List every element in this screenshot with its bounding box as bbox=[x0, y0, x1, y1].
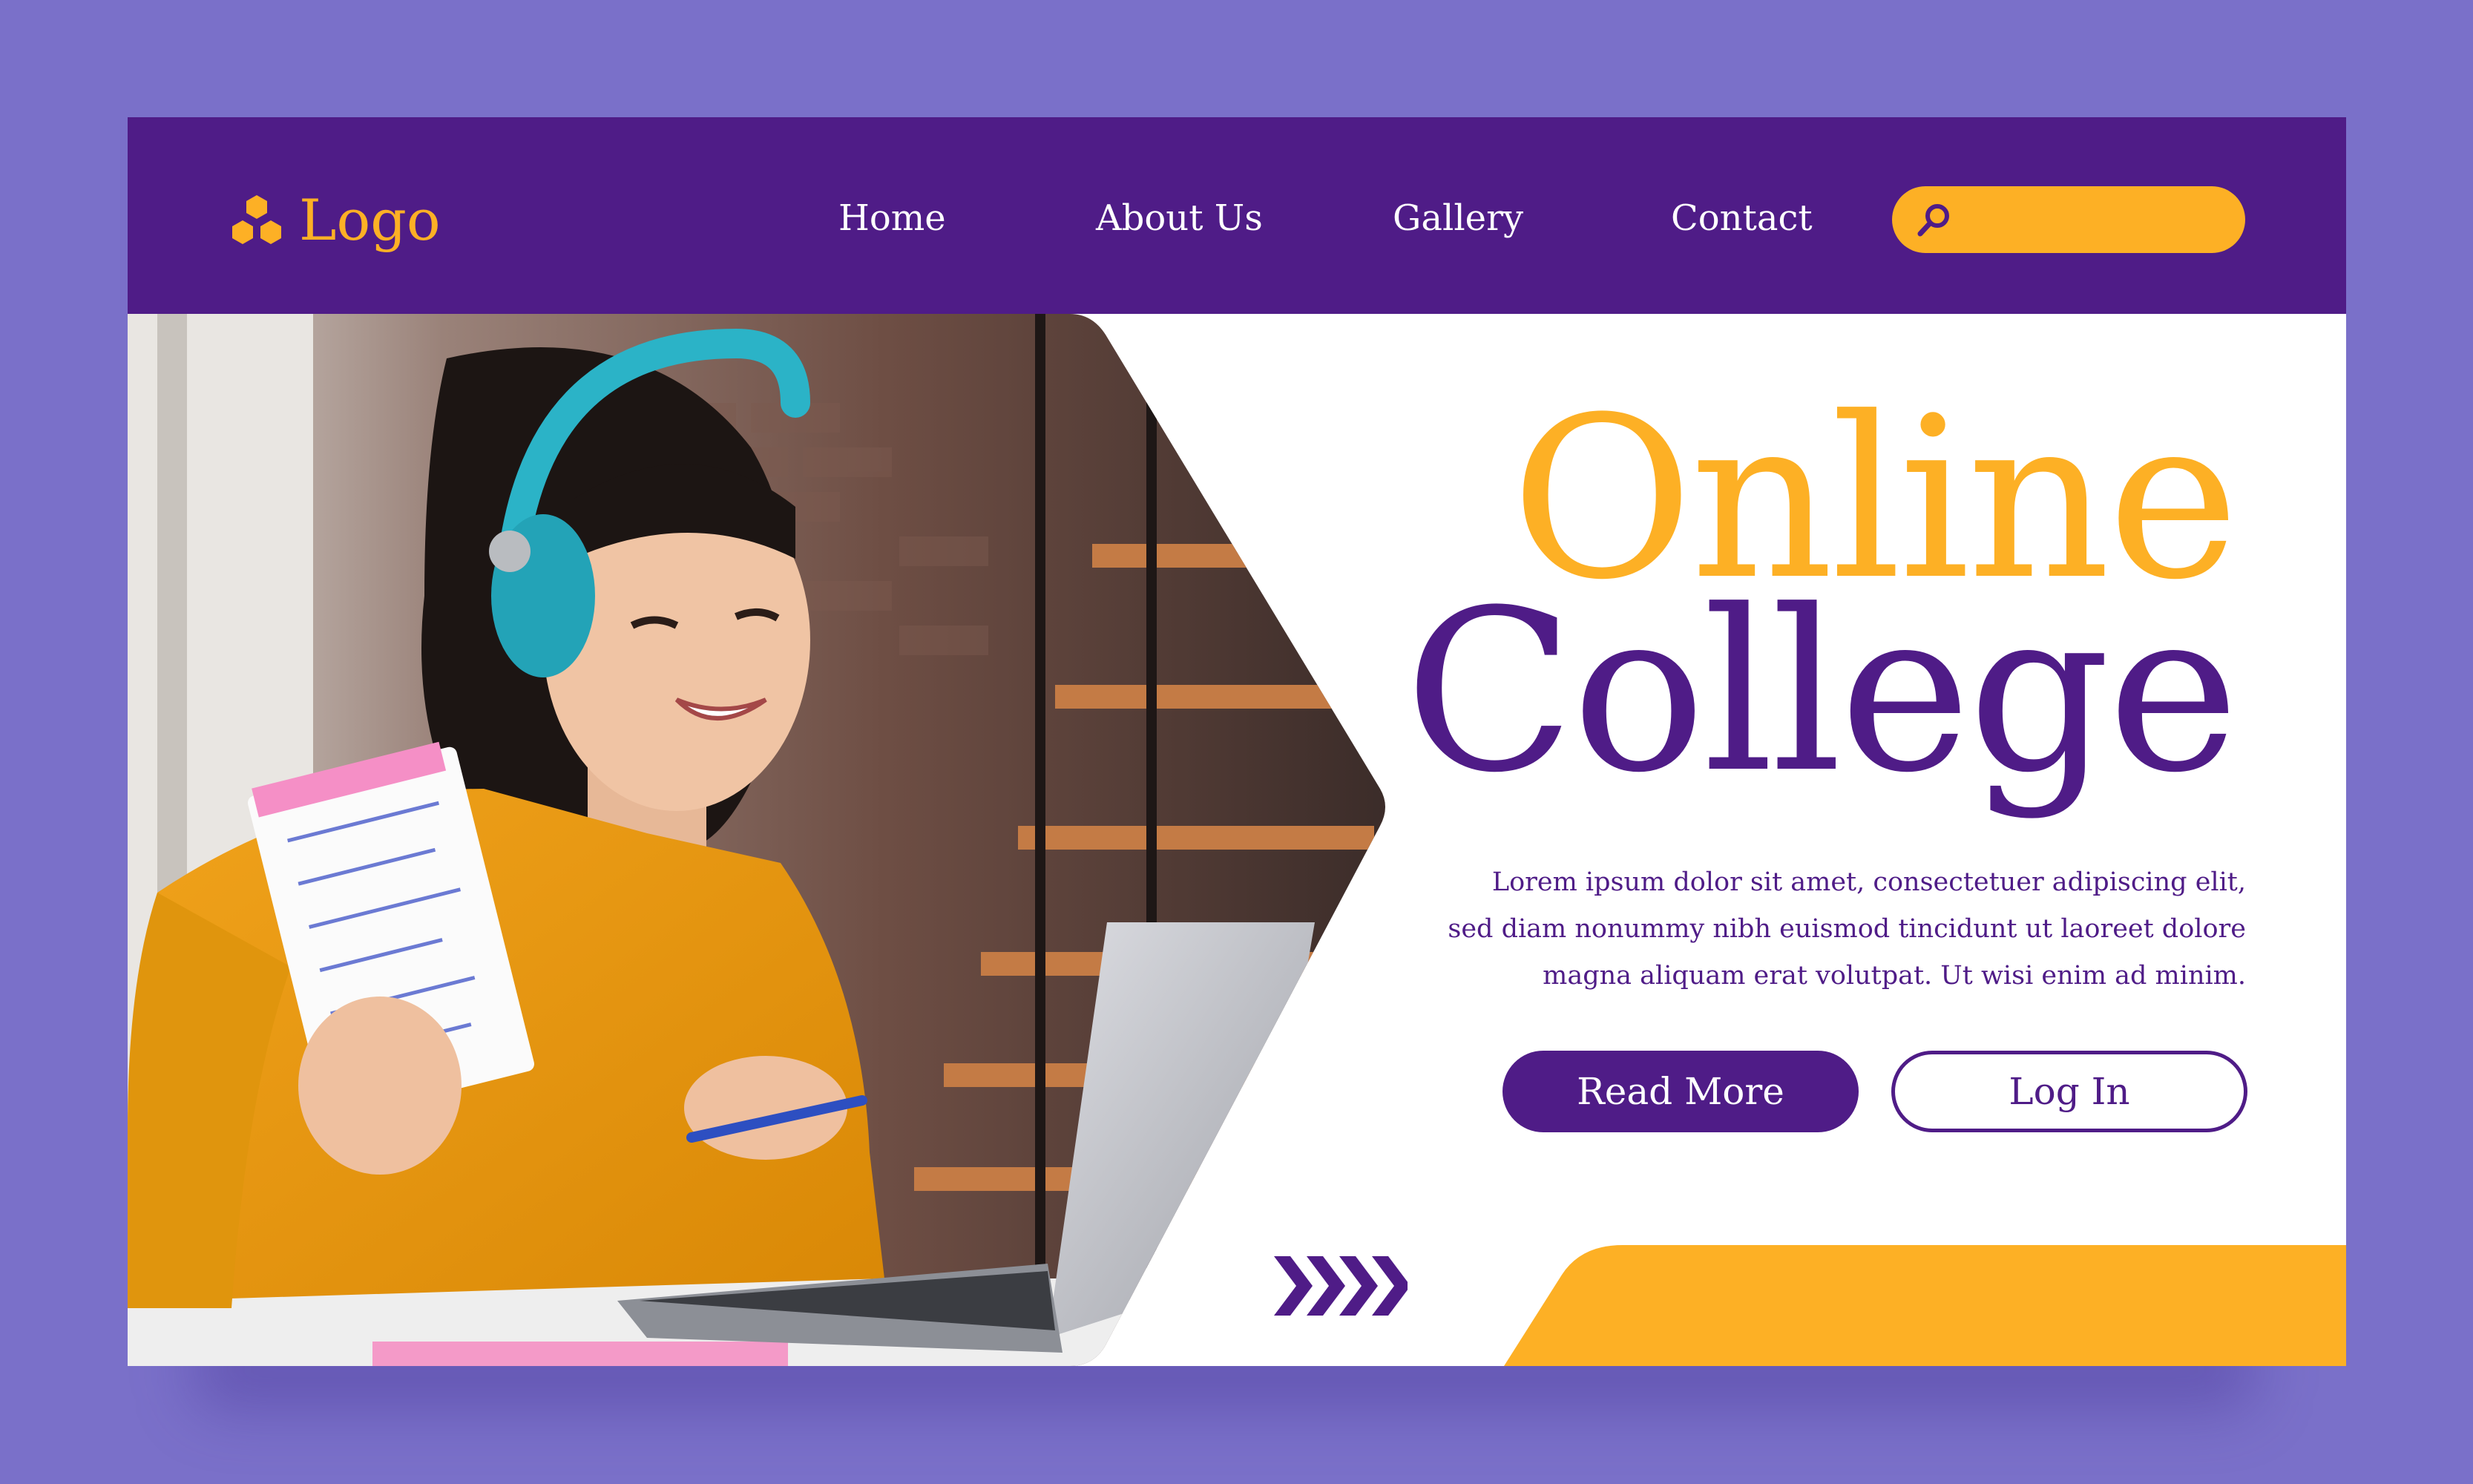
log-in-button[interactable]: Log In bbox=[1891, 1051, 2247, 1132]
nav-about-us[interactable]: About Us bbox=[1096, 197, 1263, 239]
logo-text: Logo bbox=[299, 186, 441, 253]
search-input[interactable] bbox=[1966, 197, 2229, 243]
nav-gallery[interactable]: Gallery bbox=[1393, 197, 1523, 239]
search-bar[interactable] bbox=[1892, 186, 2245, 253]
student-with-headphones-and-laptop-photo bbox=[128, 314, 1389, 1366]
top-navbar: Logo Home About Us Gallery Contact bbox=[128, 117, 2346, 314]
search-icon[interactable] bbox=[1914, 201, 1953, 240]
landing-page-card: Logo Home About Us Gallery Contact Onlin… bbox=[128, 117, 2346, 1366]
chevron-right-icon bbox=[1274, 1256, 1410, 1319]
hero-description: Lorem ipsum dolor sit amet, consectetuer… bbox=[1448, 867, 2246, 991]
logo[interactable]: Logo bbox=[228, 183, 441, 257]
hero-title-line-2: College bbox=[1404, 562, 2239, 821]
hexagon-cluster-icon bbox=[228, 194, 286, 246]
read-more-button[interactable]: Read More bbox=[1502, 1051, 1859, 1132]
decorative-yellow-shape bbox=[1504, 1245, 2346, 1366]
nav-contact[interactable]: Contact bbox=[1671, 197, 1813, 239]
nav-home[interactable]: Home bbox=[838, 197, 946, 239]
